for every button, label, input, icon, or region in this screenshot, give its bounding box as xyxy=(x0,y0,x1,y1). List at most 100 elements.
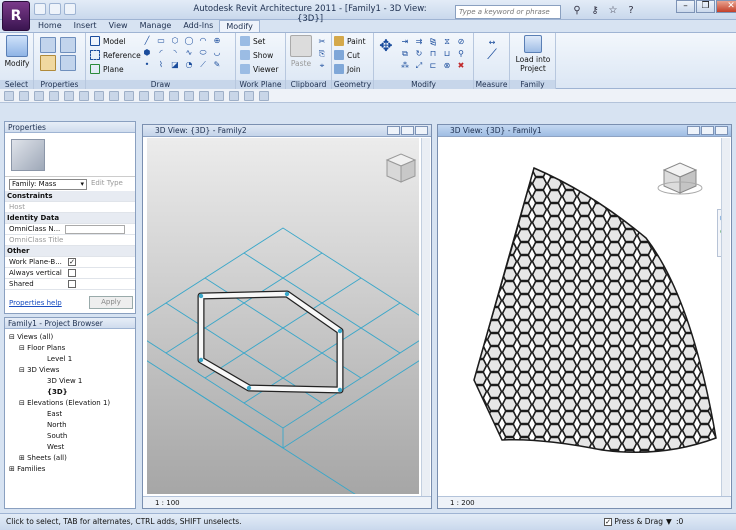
rotate-icon[interactable]: ↻ xyxy=(414,49,424,59)
reference-button[interactable]: Reference xyxy=(90,50,141,60)
model-button[interactable]: Model xyxy=(90,36,126,46)
copy-icon[interactable]: ⎘ xyxy=(317,49,327,59)
cut-icon[interactable]: ✂ xyxy=(317,37,327,47)
properties-toggle-icon[interactable] xyxy=(184,91,194,101)
close-hidden-icon[interactable] xyxy=(154,91,164,101)
press-drag-checkbox[interactable]: ✓ xyxy=(604,518,612,526)
trim-icon[interactable]: ⊓ xyxy=(428,49,438,59)
align-toolbar-icon[interactable] xyxy=(229,91,239,101)
dimension-toolbar-icon[interactable] xyxy=(214,91,224,101)
customize-icon[interactable] xyxy=(259,91,269,101)
help-icon[interactable]: ? xyxy=(624,5,638,17)
ellipse-icon[interactable]: ⬭ xyxy=(198,48,208,58)
array-icon[interactable]: ⁂ xyxy=(400,61,410,71)
save-icon[interactable] xyxy=(49,3,61,15)
draw-plane-icon[interactable]: ✎ xyxy=(212,60,222,70)
split-gap-icon[interactable]: ⊔ xyxy=(442,49,452,59)
tree-south[interactable]: South xyxy=(47,432,67,440)
tree-level-1[interactable]: Level 1 xyxy=(47,355,72,363)
rectangle-icon[interactable]: ▭ xyxy=(156,36,166,46)
binoculars-icon[interactable]: ⚲ xyxy=(570,5,584,17)
tree-sheets[interactable]: ⊞ Sheets (all) xyxy=(19,454,67,462)
polygon-icon[interactable]: ⬡ xyxy=(170,36,180,46)
section-icon[interactable] xyxy=(124,91,134,101)
tab-modify[interactable]: Modify xyxy=(219,20,260,32)
arc-tangent-icon[interactable]: ◜ xyxy=(156,48,166,58)
control-point[interactable] xyxy=(198,357,204,363)
thin-lines-icon[interactable] xyxy=(139,91,149,101)
tab-view[interactable]: View xyxy=(103,20,134,32)
edit-type-button[interactable]: Edit Type xyxy=(91,179,123,187)
tree-east[interactable]: East xyxy=(47,410,62,418)
family-type-dropdown[interactable]: Family: Mass ▾ xyxy=(9,179,87,190)
unpin-icon[interactable]: ⊗ xyxy=(442,61,452,71)
open-icon[interactable] xyxy=(4,91,14,101)
align-icon[interactable]: ⇥ xyxy=(400,37,410,47)
tab-add-ins[interactable]: Add-Ins xyxy=(177,20,219,32)
pick-icon[interactable]: ⊕ xyxy=(212,36,222,46)
pick-lines-icon[interactable]: ⌇ xyxy=(156,60,166,70)
tree-north[interactable]: North xyxy=(47,421,67,429)
tree-elevations[interactable]: ⊟ Elevations (Elevation 1) xyxy=(19,399,110,407)
viewport-family1[interactable] xyxy=(442,138,720,494)
control-point[interactable] xyxy=(337,328,343,334)
tree-3d-default[interactable]: {3D} xyxy=(47,388,68,396)
type-properties-icon[interactable] xyxy=(40,37,56,53)
close-button[interactable]: ✕ xyxy=(716,0,736,13)
delete-icon[interactable]: ✖ xyxy=(456,61,466,71)
shared-checkbox[interactable] xyxy=(68,280,76,288)
circle-icon[interactable]: ◯ xyxy=(184,36,194,46)
constraints-section[interactable]: Constraints xyxy=(5,191,135,202)
viewport-family2[interactable] xyxy=(147,138,419,494)
tree-families[interactable]: ⊞ Families xyxy=(9,465,45,473)
view-family2-scale[interactable]: 1 : 100 xyxy=(155,499,180,507)
line-icon[interactable]: ╱ xyxy=(142,36,152,46)
pin-icon[interactable]: ⚲ xyxy=(456,49,466,59)
arc-center-icon[interactable]: ◔ xyxy=(184,60,194,70)
tangent-icon[interactable]: ⟋ xyxy=(198,60,208,70)
control-point[interactable] xyxy=(198,293,204,299)
search-input[interactable]: Type a keyword or phrase xyxy=(455,5,561,19)
partial-ellipse-icon[interactable]: ◡ xyxy=(212,48,222,58)
tag-icon[interactable] xyxy=(79,91,89,101)
trim-extend-icon[interactable]: ⊏ xyxy=(428,61,438,71)
mirror-draw-icon[interactable]: ⧖ xyxy=(442,37,452,47)
application-menu-button[interactable]: R xyxy=(2,1,30,31)
control-point[interactable] xyxy=(284,291,290,297)
undo-icon[interactable] xyxy=(64,3,76,15)
arc-icon[interactable]: ◠ xyxy=(198,36,208,46)
load-into-project-button[interactable]: Load into Project xyxy=(514,35,552,73)
panel-surface[interactable] xyxy=(473,166,717,454)
favorites-icon[interactable]: ☆ xyxy=(606,5,620,17)
plane-button[interactable]: Plane xyxy=(90,64,124,74)
tree-west[interactable]: West xyxy=(47,443,64,451)
measure-icon[interactable]: ⟋ xyxy=(482,48,502,70)
mirror-axis-icon[interactable]: ⧎ xyxy=(428,37,438,47)
join-button[interactable]: Join xyxy=(334,64,361,74)
tab-home[interactable]: Home xyxy=(32,20,68,32)
restore-button[interactable]: ❐ xyxy=(696,0,715,13)
switch-windows-icon[interactable] xyxy=(169,91,179,101)
view-minimize-button[interactable] xyxy=(687,126,700,135)
spline-icon[interactable]: ∿ xyxy=(184,48,194,58)
redo-icon[interactable] xyxy=(49,91,59,101)
text-icon[interactable] xyxy=(94,91,104,101)
minimize-button[interactable]: – xyxy=(676,0,695,13)
viewcube-icon[interactable] xyxy=(657,162,703,195)
properties-help-link[interactable]: Properties help xyxy=(9,299,62,307)
fillet-icon[interactable]: ◝ xyxy=(170,48,180,58)
family-types-icon[interactable] xyxy=(40,55,56,71)
control-point[interactable] xyxy=(337,387,343,393)
omniclass-number-field[interactable] xyxy=(65,225,125,234)
scale-icon[interactable]: ⤢ xyxy=(414,61,424,71)
view-restore-button[interactable] xyxy=(701,126,714,135)
split-icon[interactable]: ⊘ xyxy=(456,37,466,47)
render-icon[interactable] xyxy=(244,91,254,101)
measure-toolbar-icon[interactable] xyxy=(64,91,74,101)
tab-insert[interactable]: Insert xyxy=(68,20,103,32)
view-restore-button[interactable] xyxy=(401,126,414,135)
modify-button[interactable]: Modify xyxy=(3,35,31,68)
tab-manage[interactable]: Manage xyxy=(134,20,178,32)
view-close-button[interactable] xyxy=(415,126,428,135)
viewcube-icon[interactable] xyxy=(385,153,417,183)
